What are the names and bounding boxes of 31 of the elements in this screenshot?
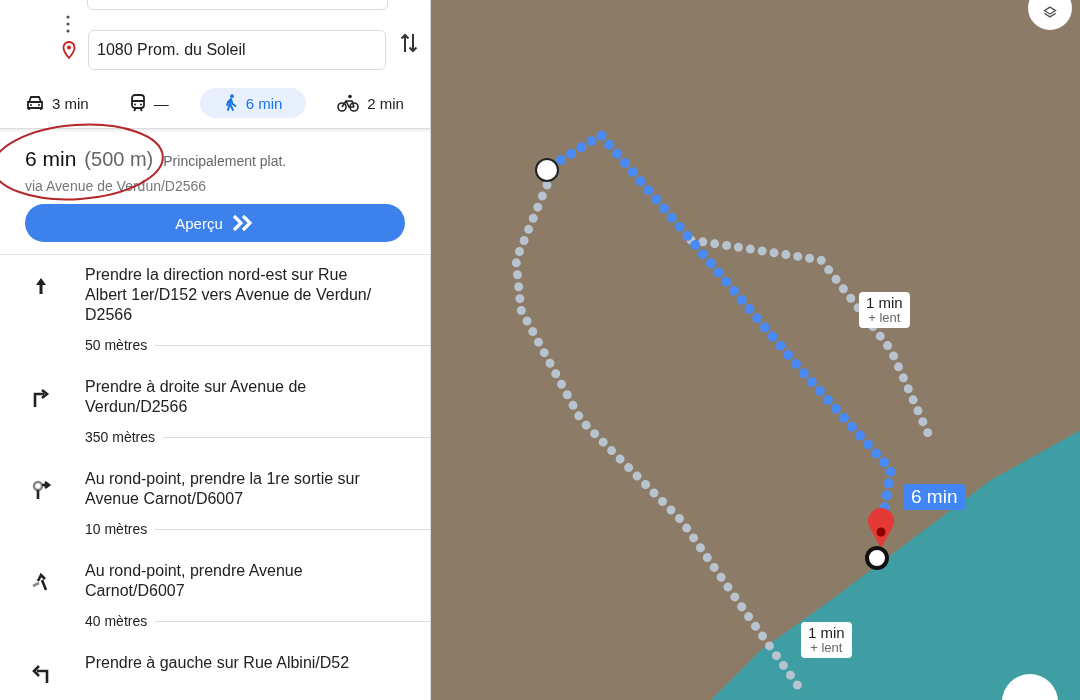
dots-icon (66, 14, 70, 34)
travel-mode-tab[interactable]: 2 min (327, 88, 414, 118)
direction-step[interactable]: Au rond-point, prendre Avenue Carnot/D6007 (85, 559, 390, 601)
route-time-badge: 6 min (903, 484, 966, 510)
step-distance: 40 mètres (85, 613, 148, 629)
direction-step[interactable]: Prendre la direction nord-est sur Rue Albert 1er/D152 vers Avenue de Verdun/ D2566 (85, 263, 390, 325)
step-distance: 50 mètres (85, 337, 148, 353)
train-icon (129, 94, 146, 112)
layers-icon (1040, 4, 1060, 19)
direction-step[interactable]: Au rond-point, prendre la 1re sortie sur Avenue Carnot/D6007 (85, 467, 390, 509)
preview-button[interactable]: Aperçu (25, 204, 405, 242)
step-distance: 350 mètres (85, 429, 156, 445)
walking-person-icon (223, 94, 238, 112)
route-time-callout: 1 min + lent (801, 622, 852, 658)
route-time-callout: 1 min + lent (859, 292, 910, 328)
destination-field[interactable]: 1080 Prom. du Soleil (88, 30, 386, 70)
direction-step[interactable]: Prendre à droite sur Avenue de Verdun/D2566 (85, 375, 390, 417)
destination-pin-icon (865, 508, 894, 570)
terrain-note: Principalement plat. (163, 153, 287, 169)
trip-distance: (500 m) (84, 148, 154, 171)
car-icon (26, 95, 44, 111)
double-chevron-icon (230, 214, 255, 232)
bicycle-icon (337, 94, 360, 112)
trip-duration: 6 min (25, 147, 77, 171)
travel-mode-tab[interactable]: 3 min (16, 88, 99, 118)
location-pin-icon (62, 41, 76, 59)
step-distance: 10 mètres (85, 521, 148, 537)
travel-mode-tab[interactable]: 6 min (199, 88, 307, 118)
travel-mode-tab[interactable]: — (119, 88, 179, 118)
direction-step[interactable]: Prendre à gauche sur Rue Albini/D52 (85, 651, 390, 673)
swap-icon[interactable] (400, 32, 418, 54)
